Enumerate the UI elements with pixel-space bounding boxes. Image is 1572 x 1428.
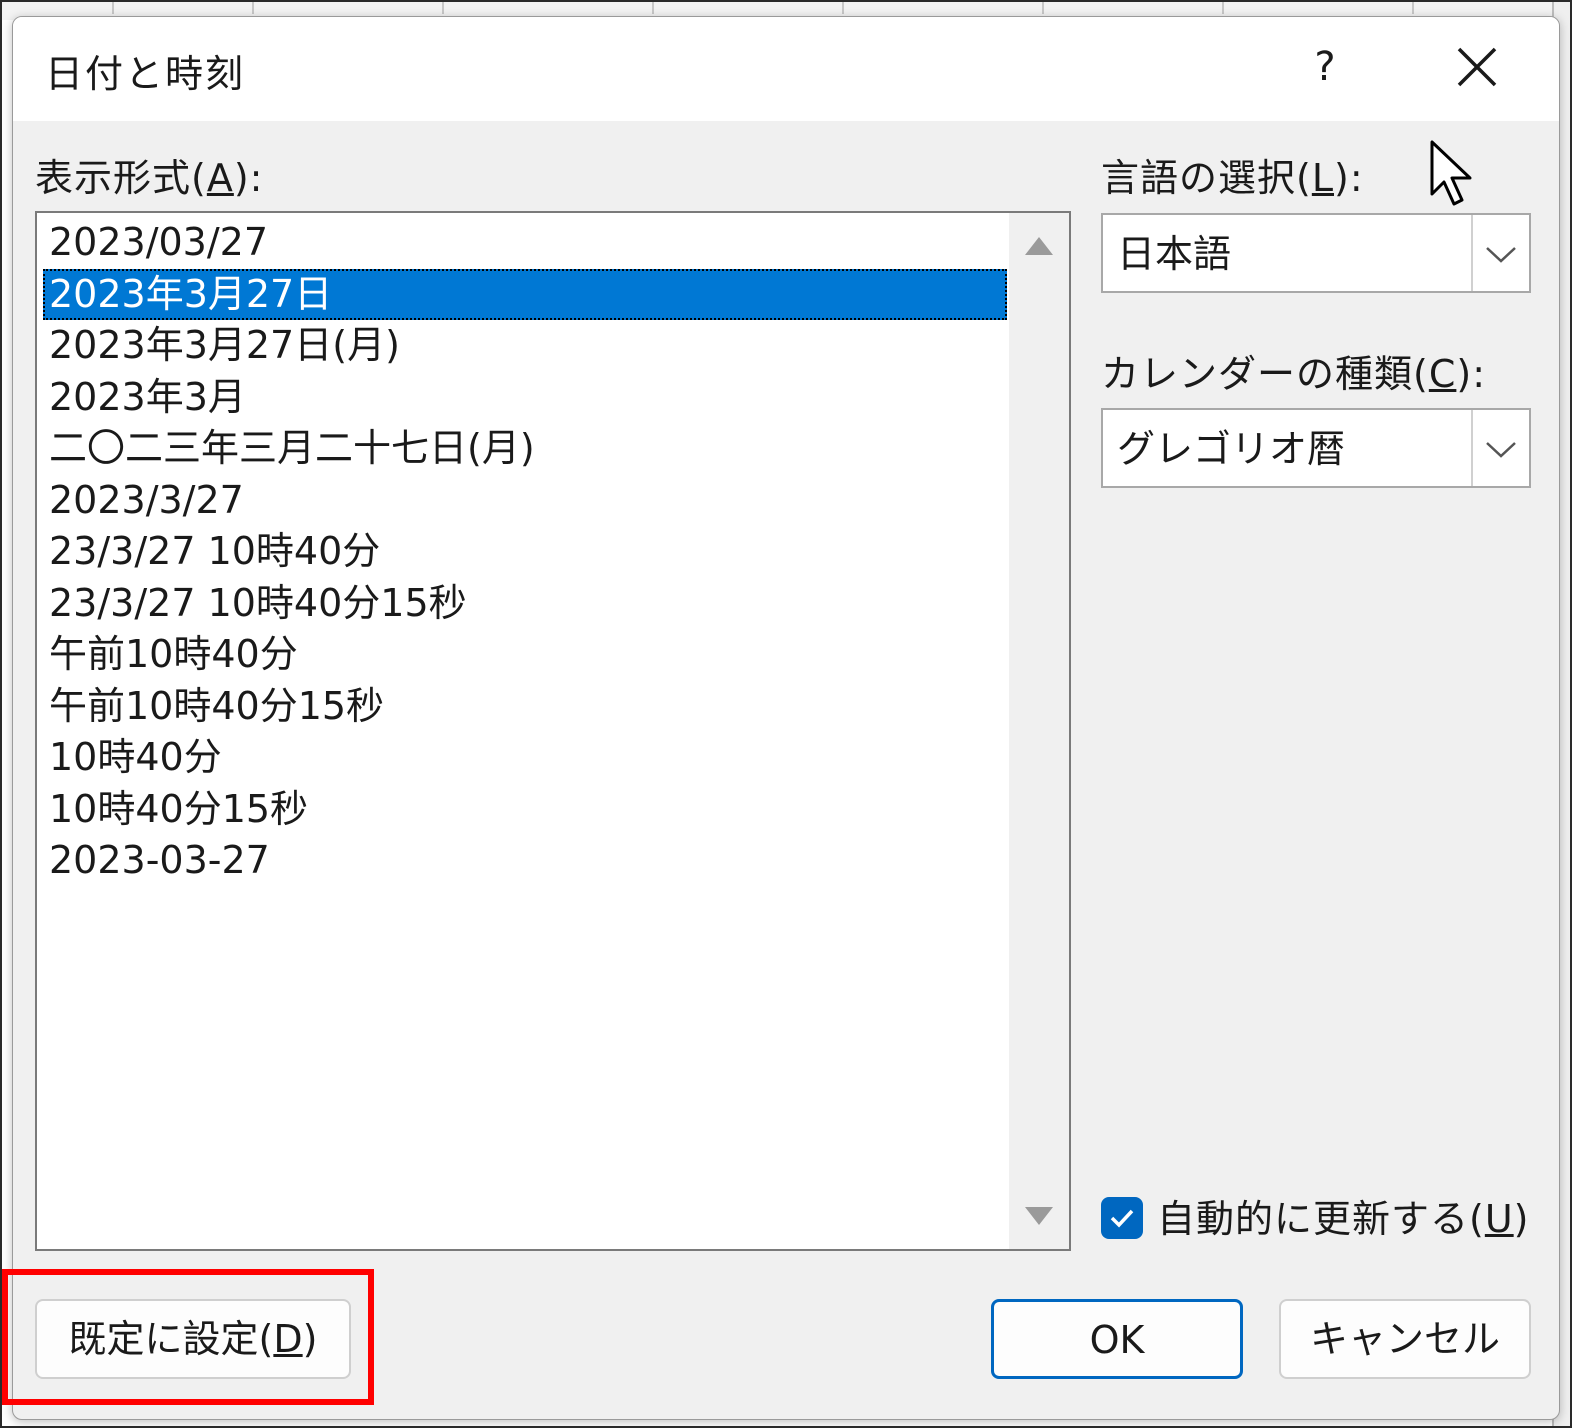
calendar-select-value: グレゴリオ暦 [1117, 427, 1346, 471]
auto-update-label-end: ) [1513, 1197, 1530, 1241]
language-label-text: 言語の選択( [1101, 156, 1312, 200]
set-default-key: D [273, 1317, 303, 1361]
scroll-up-arrow-icon[interactable] [1025, 237, 1053, 255]
bg-cell-divider [112, 2, 114, 14]
format-list-item[interactable]: 2023年3月27日(月) [43, 320, 1007, 372]
format-list-item[interactable]: 2023年3月27日 [43, 268, 1007, 320]
language-select[interactable]: 日本語 [1101, 213, 1531, 293]
date-time-dialog: 日付と時刻 ? 表示形式(A): 2023/03/27 2023年3月27日 202… [12, 16, 1560, 1420]
dialog-title: 日付と時刻 [45, 52, 246, 96]
language-select-value: 日本語 [1117, 232, 1232, 276]
checkmark-icon [1110, 1209, 1134, 1228]
language-label-end: ): [1334, 156, 1364, 200]
format-list-item[interactable]: 2023年3月 [43, 372, 1007, 424]
bg-cell-divider [1042, 2, 1044, 14]
chevron-down-icon [1486, 247, 1516, 263]
title-bar: 日付と時刻 ? [13, 17, 1559, 121]
format-list-item[interactable]: 23/3/27 10時40分 [43, 526, 1007, 578]
format-label-text: 表示形式( [35, 156, 207, 200]
format-list-item[interactable]: 23/3/27 10時40分15秒 [43, 578, 1007, 630]
close-icon [1457, 47, 1497, 87]
format-list-item[interactable]: 午前10時40分15秒 [43, 681, 1007, 733]
ok-button[interactable]: OK [991, 1299, 1243, 1379]
format-label: 表示形式(A): [35, 147, 263, 202]
format-list-item[interactable]: 午前10時40分 [43, 629, 1007, 681]
screenshot-frame: 日付と時刻 ? 表示形式(A): 2023/03/27 2023年3月27日 202… [0, 0, 1572, 1428]
listbox-scrollbar[interactable] [1009, 213, 1069, 1249]
format-list: 2023/03/27 2023年3月27日 2023年3月27日(月) 2023年3月… [43, 217, 1007, 887]
bg-cell-divider [842, 2, 844, 14]
calendar-label-end: ): [1456, 352, 1487, 396]
calendar-label-text: カレンダーの種類( [1101, 352, 1429, 396]
calendar-dropdown-button[interactable] [1471, 410, 1529, 486]
bg-cell-divider [652, 2, 654, 14]
auto-update-label: 自動的に更新する(U) [1157, 1193, 1529, 1245]
format-list-item[interactable]: 二〇二三年三月二十七日(月) [43, 423, 1007, 475]
calendar-label: カレンダーの種類(C): [1101, 343, 1486, 398]
format-listbox[interactable]: 2023/03/27 2023年3月27日 2023年3月27日(月) 2023年3月… [35, 211, 1071, 1251]
bg-cell-divider [1412, 2, 1414, 14]
close-button[interactable] [1445, 35, 1509, 99]
format-label-key: A [206, 156, 234, 200]
set-default-button[interactable]: 既定に設定(D) [35, 1299, 351, 1379]
format-list-item[interactable]: 10時40分 [43, 732, 1007, 784]
auto-update-label-text: 自動的に更新する( [1157, 1197, 1485, 1241]
language-label-key: L [1311, 156, 1334, 200]
set-default-end: ) [302, 1317, 318, 1361]
bg-cell-divider [252, 2, 254, 14]
language-dropdown-button[interactable] [1471, 215, 1529, 291]
mouse-cursor-icon [1430, 140, 1472, 206]
calendar-label-key: C [1428, 352, 1457, 396]
chevron-down-icon [1486, 442, 1516, 458]
language-label: 言語の選択(L): [1101, 147, 1364, 202]
set-default-text: 既定に設定( [68, 1317, 274, 1361]
cancel-button[interactable]: キャンセル [1279, 1299, 1531, 1379]
help-button[interactable]: ? [1295, 35, 1355, 99]
scroll-down-arrow-icon[interactable] [1025, 1207, 1053, 1225]
auto-update-checkbox[interactable] [1101, 1197, 1143, 1239]
format-label-end: ): [233, 156, 264, 200]
format-list-item[interactable]: 2023-03-27 [43, 835, 1007, 887]
format-list-item[interactable]: 10時40分15秒 [43, 784, 1007, 836]
format-list-item[interactable]: 2023/03/27 [43, 217, 1007, 269]
bg-cell-divider [1222, 2, 1224, 14]
format-list-item[interactable]: 2023/3/27 [43, 475, 1007, 527]
auto-update-label-key: U [1484, 1197, 1514, 1241]
bg-cell-divider [442, 2, 444, 14]
calendar-select[interactable]: グレゴリオ暦 [1101, 408, 1531, 488]
